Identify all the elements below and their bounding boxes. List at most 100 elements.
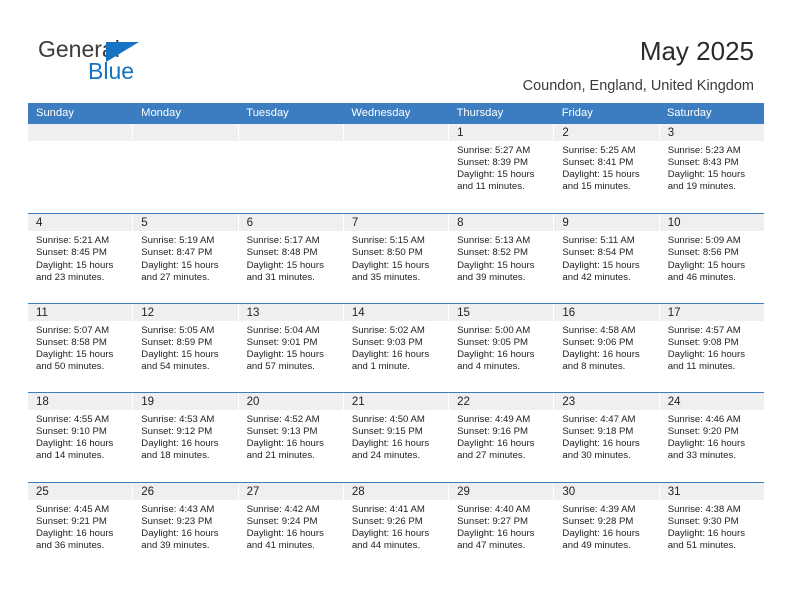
calendar-day-cell[interactable]: 12 Sunrise: 5:05 AM Sunset: 8:59 PM Dayligh… [133, 303, 239, 393]
daylight-text-line1: Daylight: 16 hours [562, 527, 640, 539]
sunset-text: Sunset: 9:03 PM [351, 336, 423, 348]
day-number-band [238, 124, 343, 142]
sunset-text: Sunset: 8:52 PM [457, 247, 529, 259]
day-number-band [133, 124, 238, 142]
sunset-text: Sunset: 9:30 PM [667, 515, 739, 527]
sunset-text: Sunset: 9:01 PM [246, 336, 318, 348]
sunrise-text: Sunrise: 5:23 AM [667, 145, 741, 156]
day-number-band: 2 [554, 124, 659, 142]
calendar-day-cell[interactable]: 26 Sunrise: 4:43 AM Sunset: 9:23 PM Dayligh… [133, 482, 239, 571]
weekday-header-tuesday: Tuesday [246, 107, 289, 119]
calendar-day-cell[interactable]: 7 Sunrise: 5:15 AM Sunset: 8:50 PM Daylight… [343, 214, 450, 303]
day-number-band: 10 [659, 214, 764, 233]
daylight-text-line1: Daylight: 16 hours [457, 438, 535, 450]
sunrise-text: Sunrise: 5:05 AM [141, 324, 215, 336]
sun-info: Sunrise: 5:25 AM Sunset: 8:41 PM Daylight:… [554, 142, 658, 193]
calendar-day-cell[interactable]: 19 Sunrise: 4:53 AM Sunset: 9:12 PM Dayligh… [133, 393, 239, 482]
weekday-header-wednesday: Wednesday [351, 107, 411, 119]
calendar-day-cell[interactable]: 29 Sunrise: 4:40 AM Sunset: 9:27 PM Dayligh… [449, 482, 555, 571]
calendar-day-cell[interactable]: 9 Sunrise: 5:11 AM Sunset: 8:54 PM Daylight… [554, 214, 660, 303]
calendar-day-cell[interactable]: 27 Sunrise: 4:42 AM Sunset: 9:24 PM Dayligh… [238, 482, 344, 571]
daylight-text-line1: Daylight: 16 hours [457, 527, 535, 539]
calendar-day-cell[interactable]: 1 Sunrise: 5:27 AM Sunset: 8:39 PM Daylight… [449, 124, 555, 214]
daylight-text-line2: and 18 minutes. [141, 450, 210, 462]
daylight-text-line2: and 1 minute. [351, 361, 410, 373]
page-header: General Blue May 2025 Coundon, England, … [0, 0, 792, 100]
day-number: 19 [141, 396, 155, 409]
day-number: 1 [457, 127, 464, 139]
daylight-text-line2: and 46 minutes. [667, 271, 736, 283]
calendar-page: General Blue May 2025 Coundon, England, … [0, 0, 792, 612]
daylight-text-line2: and 31 minutes. [246, 271, 315, 283]
day-number: 2 [562, 127, 569, 139]
daylight-text-line1: Daylight: 15 hours [562, 169, 640, 181]
daylight-text-line2: and 42 minutes. [562, 271, 631, 283]
sun-info: Sunrise: 4:41 AM Sunset: 9:26 PM Daylight:… [344, 501, 448, 552]
daylight-text-line1: Daylight: 15 hours [457, 169, 535, 181]
calendar-day-cell[interactable]: 3 Sunrise: 5:23 AM Sunset: 8:43 PM Daylight… [659, 124, 764, 213]
weekday-header-thursday: Thursday [456, 107, 504, 119]
calendar-day-cell[interactable]: 8 Sunrise: 5:13 AM Sunset: 8:52 PM Daylight… [449, 214, 555, 303]
sun-info: Sunrise: 5:09 AM Sunset: 8:56 PM Daylight:… [660, 232, 764, 283]
calendar-day-cell[interactable]: 28 Sunrise: 4:41 AM Sunset: 9:26 PM Dayligh… [343, 482, 450, 571]
calendar-day-cell[interactable]: 14 Sunrise: 5:02 AM Sunset: 9:03 PM Dayligh… [343, 303, 450, 393]
calendar-day-cell-empty [343, 124, 450, 214]
sun-info: Sunrise: 5:05 AM Sunset: 8:59 PM Daylight:… [133, 322, 237, 373]
day-number-band: 18 [28, 393, 133, 412]
calendar-day-cell[interactable]: 4 Sunrise: 5:21 AM Sunset: 8:45 PM Daylight… [28, 214, 134, 303]
day-number-band: 7 [343, 214, 449, 233]
calendar-day-cell[interactable]: 22 Sunrise: 4:49 AM Sunset: 9:16 PM Dayligh… [449, 393, 555, 482]
calendar-day-cell[interactable]: 15 Sunrise: 5:00 AM Sunset: 9:05 PM Dayligh… [449, 303, 555, 393]
calendar-day-cell[interactable]: 6 Sunrise: 5:17 AM Sunset: 8:48 PM Daylight… [238, 214, 344, 303]
daylight-text-line2: and 41 minutes. [246, 539, 315, 551]
sun-info: Sunrise: 4:43 AM Sunset: 9:23 PM Daylight:… [133, 501, 237, 552]
sunrise-text: Sunrise: 5:27 AM [457, 145, 531, 156]
day-number-band: 12 [133, 303, 238, 322]
daylight-text-line1: Daylight: 15 hours [457, 259, 535, 271]
calendar-day-cell[interactable]: 24 Sunrise: 4:46 AM Sunset: 9:20 PM Dayligh… [659, 393, 764, 481]
daylight-text-line1: Daylight: 15 hours [667, 169, 746, 181]
calendar-day-cell[interactable]: 17 Sunrise: 4:57 AM Sunset: 9:08 PM Dayligh… [659, 303, 764, 392]
day-number: 27 [246, 485, 260, 498]
sunset-text: Sunset: 9:23 PM [141, 515, 213, 527]
daylight-text-line2: and 44 minutes. [351, 539, 421, 551]
day-number: 28 [351, 485, 365, 498]
sunrise-text: Sunrise: 4:58 AM [562, 324, 636, 336]
calendar-day-cell[interactable]: 16 Sunrise: 4:58 AM Sunset: 9:06 PM Dayligh… [554, 303, 660, 393]
day-number-band: 13 [238, 303, 343, 322]
sunset-text: Sunset: 8:43 PM [667, 157, 739, 169]
daylight-text-line1: Daylight: 16 hours [457, 348, 535, 360]
calendar-day-cell[interactable]: 13 Sunrise: 5:04 AM Sunset: 9:01 PM Dayligh… [238, 303, 344, 393]
general-blue-logo[interactable]: General Blue [38, 36, 238, 92]
logo-text-blue: Blue [88, 58, 135, 84]
day-number-band: 22 [449, 393, 554, 412]
calendar-day-cell[interactable]: 23 Sunrise: 4:47 AM Sunset: 9:18 PM Dayligh… [554, 393, 660, 482]
day-number: 29 [457, 485, 470, 498]
sunset-text: Sunset: 9:05 PM [457, 336, 529, 348]
sunrise-text: Sunrise: 5:13 AM [457, 235, 531, 247]
calendar-day-cell[interactable]: 25 Sunrise: 4:45 AM Sunset: 9:21 PM Dayligh… [28, 482, 134, 571]
day-number-band: 21 [343, 393, 449, 412]
day-number: 10 [667, 217, 681, 230]
daylight-text-line1: Daylight: 16 hours [141, 438, 219, 450]
calendar-day-cell[interactable]: 31 Sunrise: 4:38 AM Sunset: 9:30 PM Dayligh… [659, 482, 764, 571]
sunrise-text: Sunrise: 5:11 AM [562, 235, 635, 247]
day-number: 12 [141, 306, 155, 319]
calendar-day-cell[interactable]: 5 Sunrise: 5:19 AM Sunset: 8:47 PM Daylight… [133, 214, 239, 303]
sunset-text: Sunset: 8:54 PM [562, 247, 634, 259]
day-number-band: 29 [449, 482, 554, 501]
sunrise-text: Sunrise: 5:04 AM [246, 324, 320, 336]
weekday-header-sunday: Sunday [36, 107, 74, 119]
day-number-band: 3 [659, 124, 764, 142]
calendar-day-cell[interactable]: 2 Sunrise: 5:25 AM Sunset: 8:41 PM Daylight… [554, 124, 660, 214]
calendar-day-cell[interactable]: 30 Sunrise: 4:39 AM Sunset: 9:28 PM Dayligh… [554, 482, 660, 571]
calendar-day-cell[interactable]: 18 Sunrise: 4:55 AM Sunset: 9:10 PM Dayligh… [28, 393, 134, 482]
calendar-day-cell[interactable]: 10 Sunrise: 5:09 AM Sunset: 8:56 PM Dayligh… [659, 214, 764, 302]
calendar-day-cell[interactable]: 11 Sunrise: 5:07 AM Sunset: 8:58 PM Dayligh… [28, 303, 134, 393]
calendar-day-cell[interactable]: 21 Sunrise: 4:50 AM Sunset: 9:15 PM Dayligh… [343, 393, 450, 482]
sunrise-text: Sunrise: 4:39 AM [562, 503, 636, 515]
daylight-text-line2: and 54 minutes. [141, 361, 210, 373]
calendar-day-cell[interactable]: 20 Sunrise: 4:52 AM Sunset: 9:13 PM Dayligh… [238, 393, 344, 482]
day-number: 7 [351, 217, 359, 230]
daylight-text-line2: and 24 minutes. [351, 450, 421, 462]
